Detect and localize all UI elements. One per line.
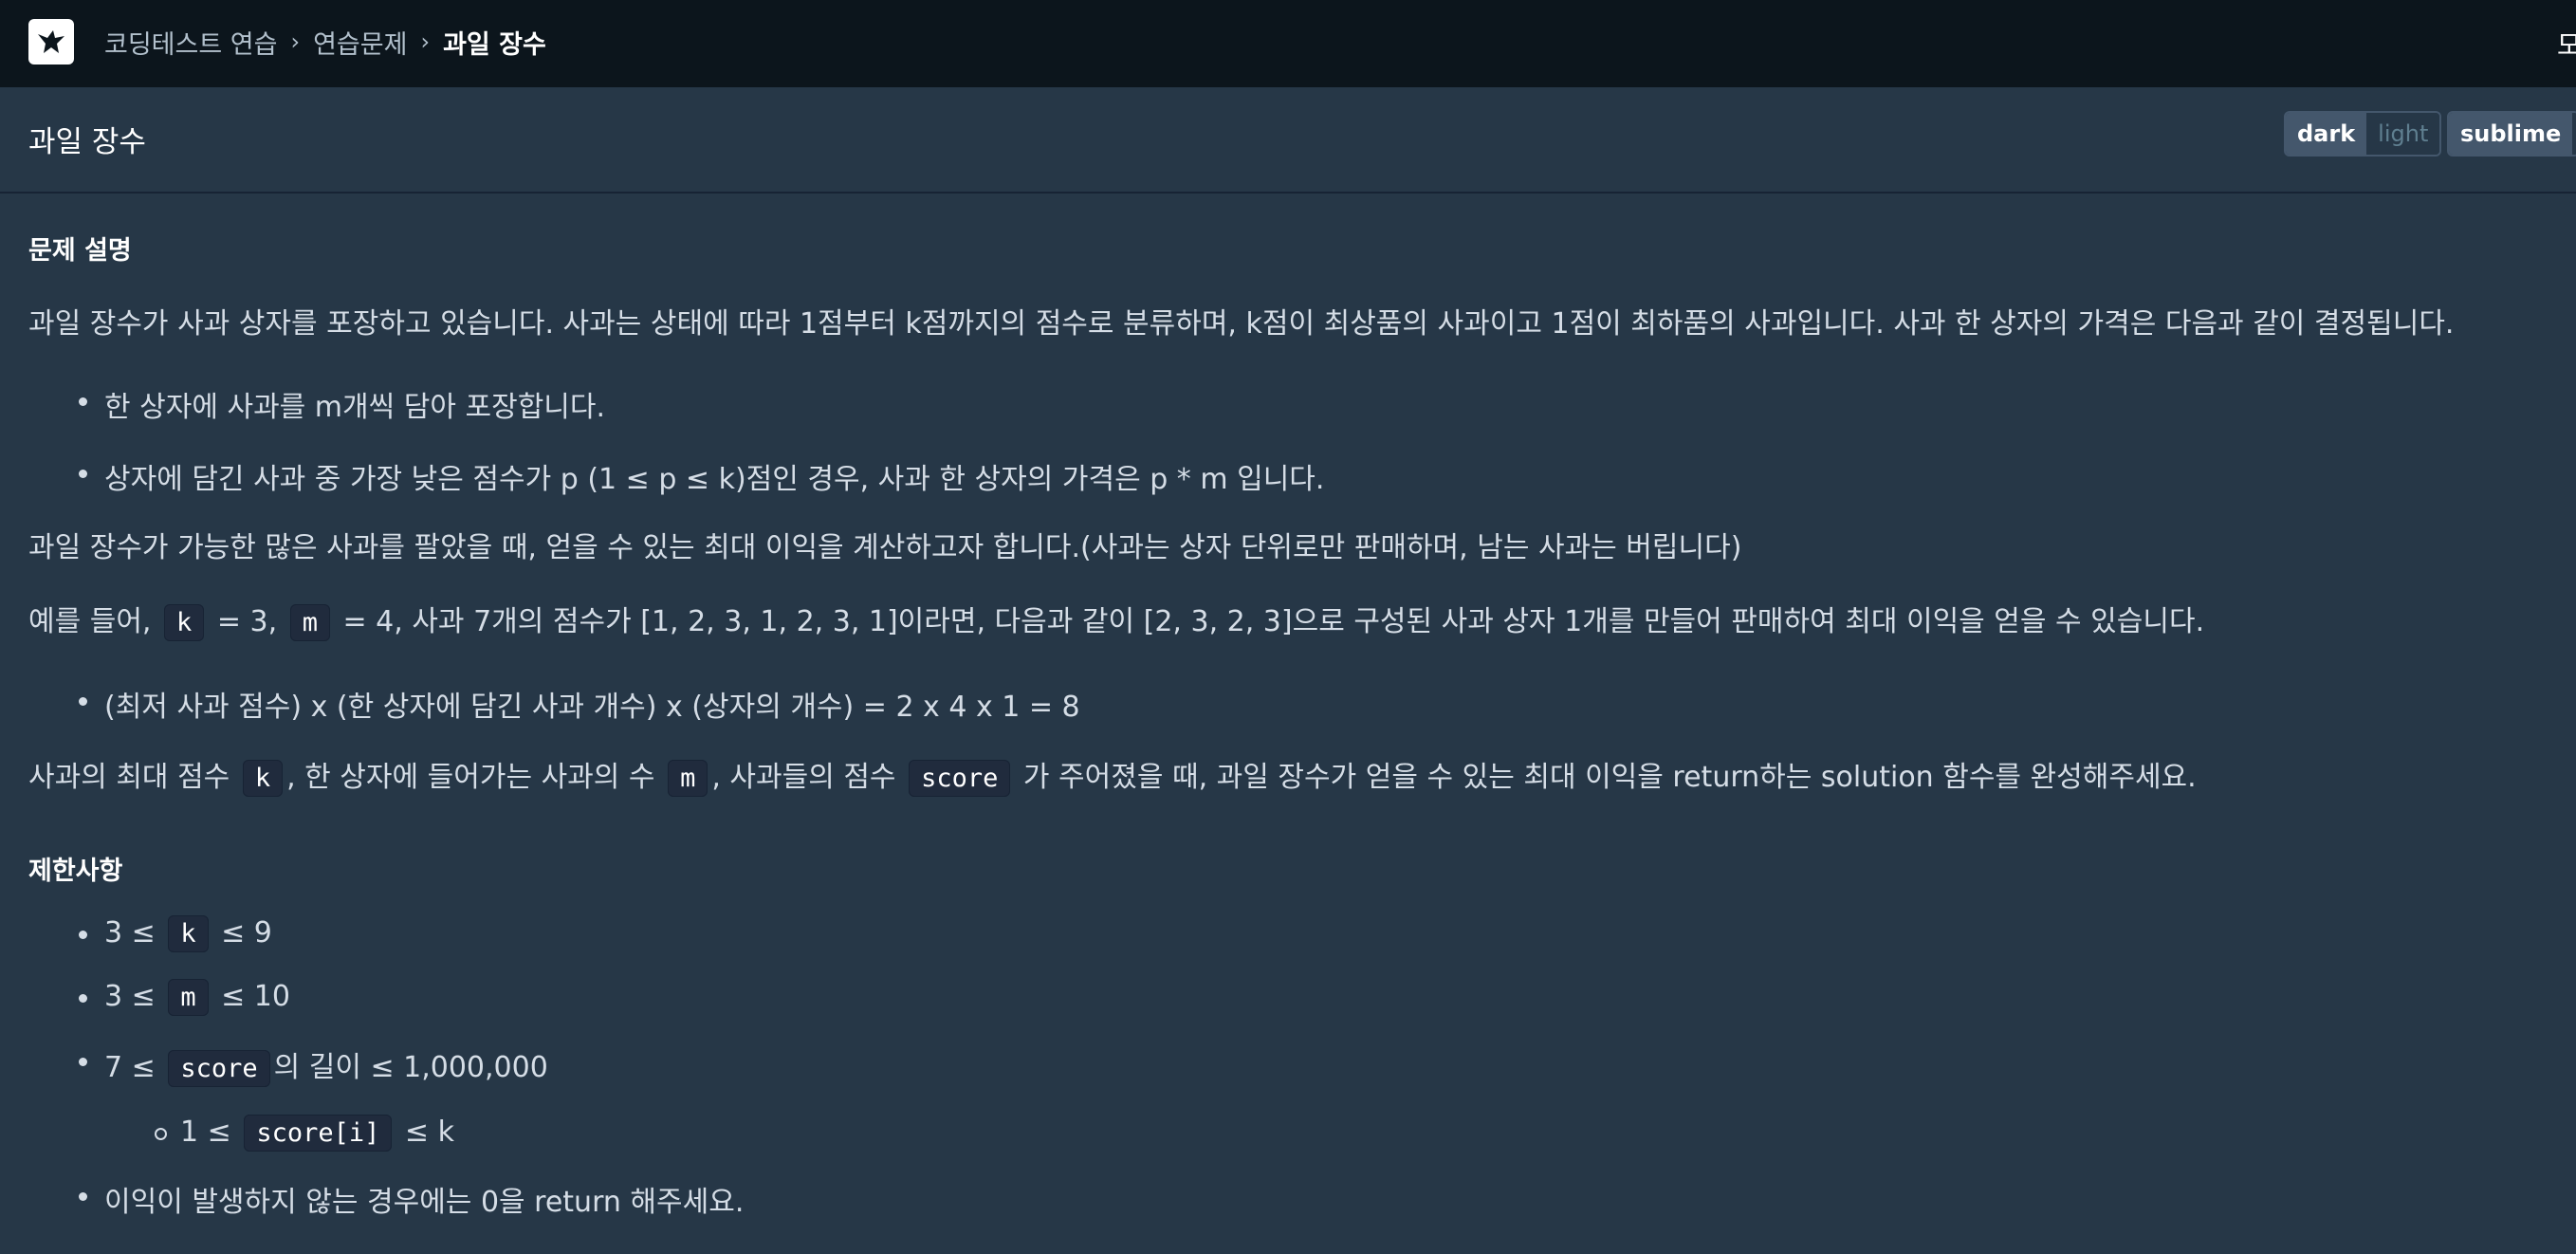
description-goal: 과일 장수가 가능한 많은 사과를 팔았을 때, 얻을 수 있는 최대 이익을 … <box>28 531 1742 564</box>
example-calc-list: (최저 사과 점수) x (한 상자에 담긴 사과 개수) x (상자의 개수)… <box>79 683 1080 725</box>
editor-sublime-option[interactable]: sublime <box>2449 113 2573 155</box>
constraints-heading: 제한사항 <box>28 857 123 886</box>
description-heading: 문제 설명 <box>28 236 132 266</box>
inline-code-m: m <box>168 979 209 1016</box>
bullet-icon <box>79 397 87 406</box>
list-item: 상자에 담긴 사과 중 가장 낮은 점수가 p (1 ≤ p ≤ k)점인 경우… <box>79 455 1324 497</box>
inline-code-score-i: score[i] <box>244 1115 393 1152</box>
breadcrumb-item-practice[interactable]: 연습문제 <box>313 24 407 61</box>
chevron-right-icon: › <box>290 28 301 55</box>
editor-vim-option[interactable]: vim <box>2572 113 2576 155</box>
theme-toggle: dark light <box>2284 111 2442 157</box>
chevron-right-icon: › <box>420 28 431 55</box>
constraints-list: 3 ≤ k ≤ 9 3 ≤ m ≤ 10 7 ≤ score 의 길이 ≤ 1,0… <box>79 915 744 1220</box>
list-item: 한 상자에 사과를 m개씩 담아 포장합니다. <box>79 383 1324 425</box>
theme-dark-option[interactable]: dark <box>2286 113 2367 155</box>
price-rules-list: 한 상자에 사과를 m개씩 담아 포장합니다. 상자에 담긴 사과 중 가장 낮… <box>79 383 1324 497</box>
inline-code-k: k <box>168 915 209 952</box>
description-task: 사과의 최대 점수 k, 한 상자에 들어가는 사과의 수 m, 사과들의 점수… <box>28 753 2197 797</box>
nav-right-menu[interactable]: 모 <box>2557 25 2576 63</box>
editor-mode-toggle: sublime vim <box>2447 111 2576 157</box>
breadcrumb-item-coding-test[interactable]: 코딩테스트 연습 <box>104 24 277 61</box>
breadcrumb-item-current: 과일 장수 <box>443 29 546 60</box>
bullet-icon <box>79 1058 87 1066</box>
inline-code-k: k <box>164 604 205 641</box>
challenge-title-bar: 과일 장수 dark light sublime vim <box>0 87 2576 194</box>
inline-code-m: m <box>289 604 330 641</box>
inline-code-m: m <box>668 760 708 797</box>
top-navigation: 코딩테스트 연습 › 연습문제 › 과일 장수 모 <box>0 0 2576 87</box>
theme-light-option[interactable]: light <box>2366 113 2440 155</box>
list-item: 7 ≤ score 의 길이 ≤ 1,000,000 <box>79 1043 744 1116</box>
list-item: 1 ≤ score[i] ≤ k <box>104 1115 744 1178</box>
list-item: 3 ≤ k ≤ 9 <box>79 915 744 980</box>
problem-description-panel: 문제 설명 과일 장수가 사과 상자를 포장하고 있습니다. 사과는 상태에 따… <box>0 195 2576 1254</box>
list-item: (최저 사과 점수) x (한 상자에 담긴 사과 개수) x (상자의 개수)… <box>79 683 1080 725</box>
bullet-icon <box>79 1192 87 1201</box>
page-title: 과일 장수 <box>28 125 146 159</box>
bullet-icon <box>79 931 87 939</box>
bullet-icon <box>79 470 87 478</box>
inline-code-score: score <box>909 760 1011 797</box>
list-item: 3 ≤ m ≤ 10 <box>79 979 744 1043</box>
description-intro: 과일 장수가 사과 상자를 포장하고 있습니다. 사과는 상태에 따라 1점부터… <box>28 307 2455 341</box>
list-item: 이익이 발생하지 않는 경우에는 0을 return 해주세요. <box>79 1178 744 1220</box>
programmers-logo[interactable] <box>28 19 74 65</box>
bird-logo-icon <box>38 30 64 53</box>
description-example: 예를 들어, k = 3, m = 4, 사과 7개의 점수가 [1, 2, 3… <box>28 598 2204 641</box>
inline-code-score: score <box>168 1050 270 1087</box>
inline-code-k: k <box>242 760 284 797</box>
bullet-icon <box>79 697 87 706</box>
breadcrumb: 코딩테스트 연습 › 연습문제 › 과일 장수 <box>104 0 546 83</box>
sub-bullet-icon <box>155 1128 167 1140</box>
bullet-icon <box>79 994 87 1003</box>
